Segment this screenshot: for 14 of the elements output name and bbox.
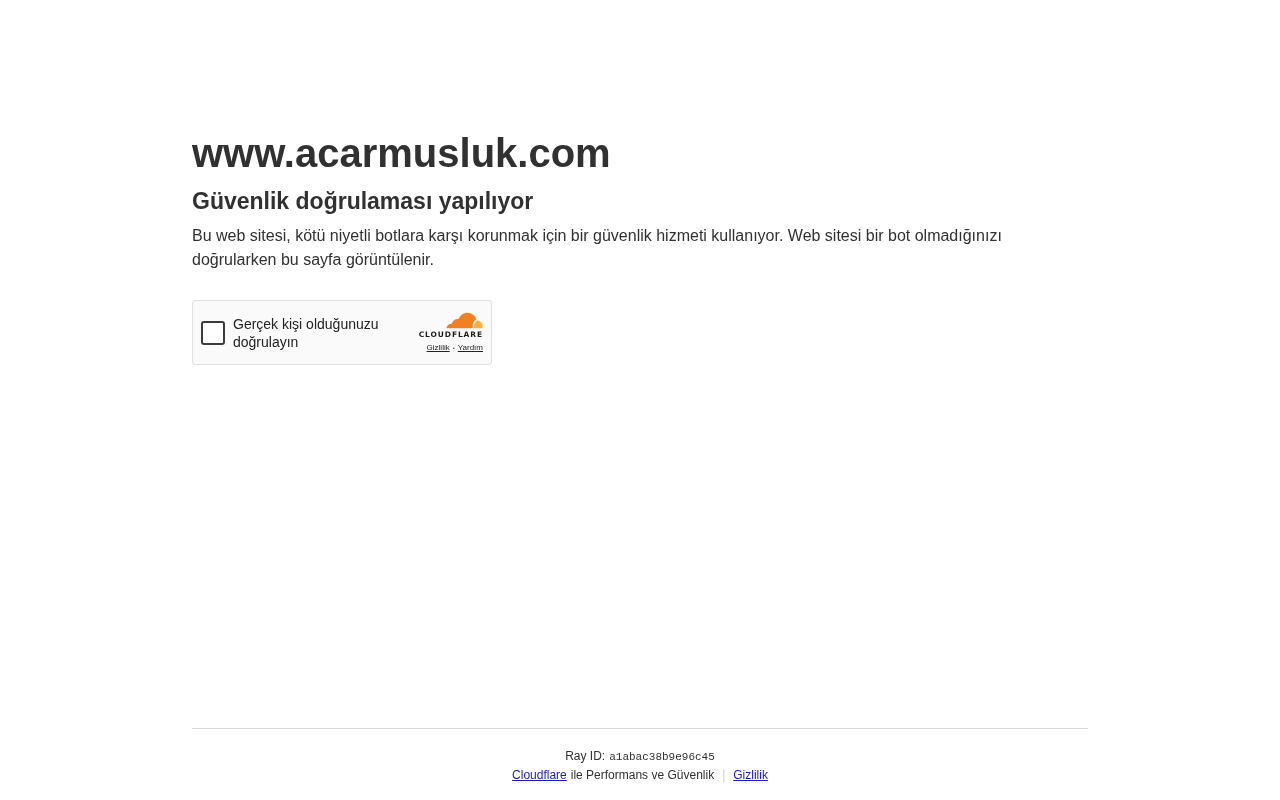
- privacy-link[interactable]: Gizlilik: [733, 766, 768, 784]
- cloud-icon: [446, 312, 483, 329]
- description-text: Bu web sitesi, kötü niyetli botlara karşı korunmak için bir güvenlik hizmeti kullanıyor. Web sitesi bir bot olmadığınızı doğrularken bu sayfa görüntülenir.: [192, 226, 1003, 270]
- page-heading: Güvenlik doğrulaması yapılıyor: [192, 187, 534, 216]
- checkbox-label: Gerçek kişi olduğunuzu doğrulayın: [233, 314, 380, 351]
- ray-id-value: a1abac38b9e96c45: [609, 750, 715, 765]
- checkbox[interactable]: [201, 320, 225, 345]
- site-title: www.acarmusluk.com: [192, 130, 611, 177]
- widget-link[interactable]: Gizlilik: [426, 343, 450, 353]
- performance-text: ile Performans ve Güvenlik: [570, 767, 715, 784]
- widget-link[interactable]: Yardım: [457, 343, 483, 353]
- cloudflare-link[interactable]: Cloudflare: [512, 766, 567, 784]
- ray-id-label: Ray ID:: [565, 748, 606, 765]
- footer-separator: |: [722, 767, 726, 784]
